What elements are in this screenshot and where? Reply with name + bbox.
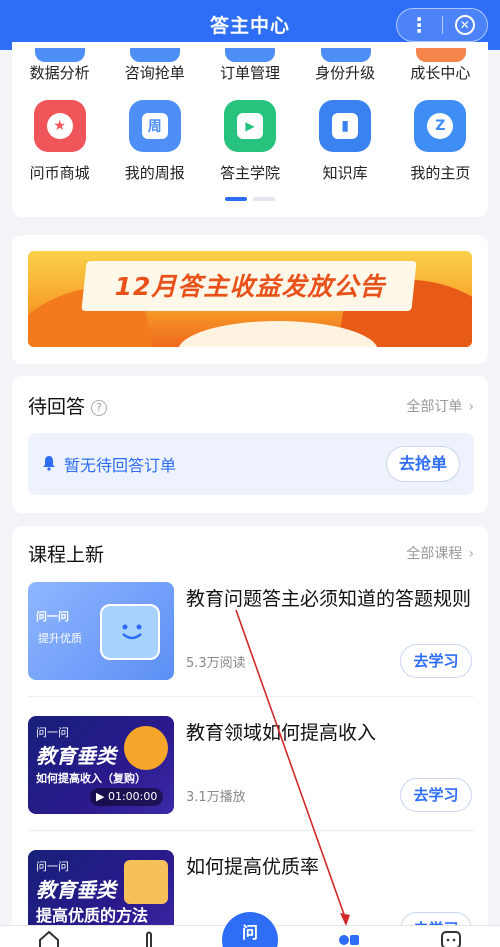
thumb-subtitle: 如何提高收入（复购） [36, 772, 146, 785]
course-thumbnail: 问一问 提升优质 [28, 582, 174, 680]
academy-glyph: ▶ [236, 113, 263, 139]
announcement-banner[interactable]: 12月答主收益发放公告 [28, 251, 472, 347]
consult-grab-icon [130, 48, 181, 62]
grid-item-label: 咨询抢单 [124, 64, 185, 82]
grid-row-1: 数据分析 咨询抢单 订单管理 身份升级 成长中心 [12, 48, 488, 83]
homepage-icon: Z [414, 100, 467, 152]
grid-item-knowledge-base[interactable]: ▮ 知识库 [298, 100, 393, 183]
page-dot-active [225, 197, 247, 201]
thumb-brand: 问一问 [36, 726, 69, 739]
grid-row-2: ★ 问币商城 周 我的周报 ▶ 答主学院 ▮ 知识库 Z 我的主页 [12, 100, 488, 183]
grid-item-consult-grab[interactable]: 咨询抢单 [107, 48, 202, 83]
chevron-right-icon: › [468, 546, 474, 562]
thumb-brand: 问一问 [36, 610, 69, 623]
chevron-right-icon: › [468, 399, 474, 415]
function-grid-card: 数据分析 咨询抢单 订单管理 身份升级 成长中心 ★ 问币商城 周 我的周报 ▶… [12, 42, 488, 217]
course-title: 教育领域如何提高收入 [186, 722, 377, 744]
help-icon[interactable]: ? [91, 400, 108, 416]
weekly-report-glyph: 周 [141, 113, 168, 139]
thumb-subtitle: 提高优质的方法 [36, 906, 149, 925]
video-duration: ▶ 01:00:00 [90, 788, 164, 806]
grid-item-growth-center[interactable]: 成长中心 [393, 48, 488, 83]
hand-tab-icon[interactable] [138, 930, 160, 947]
bell-icon [43, 456, 55, 471]
close-button[interactable]: ✕ [442, 15, 487, 35]
divider [28, 696, 474, 697]
new-courses-card: 课程上新 全部课程 › 问一问 提升优质 教育问题答主必须知道的答题规则 5.3万… [12, 526, 488, 947]
pending-empty-box: 暂无待回答订单 去抢单 [28, 433, 474, 495]
course-meta: 5.3万阅读 [186, 656, 246, 671]
thumb-decoration [124, 726, 168, 770]
grid-item-label: 问币商城 [29, 164, 90, 182]
grid-item-label: 数据分析 [29, 64, 90, 82]
homepage-glyph: Z [427, 113, 454, 139]
grid-item-weekly-report[interactable]: 周 我的周报 [107, 100, 202, 183]
home-tab-icon[interactable] [38, 930, 60, 947]
page-dot [253, 197, 275, 201]
all-courses-label: 全部课程 [406, 546, 463, 562]
course-title: 教育问题答主必须知道的答题规则 [186, 588, 472, 610]
smile-icon [122, 624, 142, 640]
pending-title-text: 待回答 [28, 396, 86, 418]
banner-card: 12月答主收益发放公告 [12, 235, 488, 364]
grid-item-label: 我的主页 [410, 164, 471, 182]
grid-item-order-manage[interactable]: 订单管理 [202, 48, 297, 83]
thumb-subtitle: 提升优质 [38, 632, 82, 645]
study-button[interactable]: 去学习 [400, 644, 472, 678]
close-icon: ✕ [454, 15, 475, 35]
all-orders-link[interactable]: 全部订单 › [406, 396, 474, 416]
chat-bubble-icon [100, 604, 160, 660]
identity-upgrade-icon [320, 48, 371, 62]
mini-program-capsule: ⋮ ✕ [396, 8, 488, 42]
thumb-headline: 教育垂类 [36, 744, 116, 768]
grid-item-coin-shop[interactable]: ★ 问币商城 [12, 100, 107, 183]
all-courses-link[interactable]: 全部课程 › [406, 543, 474, 563]
message-tab-icon[interactable] [440, 930, 462, 947]
course-thumbnail: 问一问 教育垂类 如何提高收入（复购） ▶ 01:00:00 [28, 716, 174, 814]
knowledge-base-icon: ▮ [319, 100, 372, 152]
thumb-brand: 问一问 [36, 860, 69, 873]
grid-item-label: 成长中心 [410, 64, 471, 82]
course-item[interactable]: 问一问 教育垂类 如何提高收入（复购） ▶ 01:00:00 教育领域如何提高收… [28, 716, 474, 814]
weekly-report-icon: 周 [128, 100, 181, 152]
pending-answers-card: 待回答? 全部订单 › 暂无待回答订单 去抢单 [12, 376, 488, 513]
data-analysis-icon [35, 48, 85, 62]
all-orders-label: 全部订单 [406, 399, 463, 415]
course-title: 如何提高优质率 [186, 856, 320, 878]
grid-item-label: 答主学院 [219, 164, 280, 182]
course-meta: 3.1万播放 [186, 790, 246, 805]
grid-item-homepage[interactable]: Z 我的主页 [393, 100, 488, 183]
grid-item-label: 身份升级 [315, 64, 376, 82]
academy-icon: ▶ [223, 100, 276, 152]
grid-item-academy[interactable]: ▶ 答主学院 [202, 100, 297, 183]
grid-item-identity-upgrade[interactable]: 身份升级 [298, 48, 393, 83]
grid-item-data-analysis[interactable]: 数据分析 [12, 48, 107, 83]
more-icon[interactable]: ⋮ [397, 10, 442, 40]
pending-section-title: 待回答? [28, 392, 108, 419]
pending-empty-text: 暂无待回答订单 [64, 456, 177, 475]
grab-order-button[interactable]: 去抢单 [386, 446, 460, 482]
order-manage-icon [225, 48, 276, 62]
banner-title: 12月答主收益发放公告 [114, 272, 386, 301]
divider [28, 830, 474, 831]
growth-center-icon [415, 48, 466, 62]
thumb-decoration [124, 860, 168, 904]
knowledge-base-glyph: ▮ [332, 113, 359, 139]
grid-item-label: 订单管理 [219, 64, 280, 82]
grid-item-label: 我的周报 [124, 164, 185, 182]
workbench-tab-icon[interactable] [338, 930, 360, 947]
coin-shop-icon: ★ [33, 100, 86, 152]
courses-section-title: 课程上新 [28, 544, 105, 566]
course-item[interactable]: 问一问 提升优质 教育问题答主必须知道的答题规则 5.3万阅读 去学习 [28, 582, 474, 680]
grid-item-label: 知识库 [322, 164, 368, 182]
study-button[interactable]: 去学习 [400, 778, 472, 812]
page-indicator [12, 197, 488, 201]
thumb-headline: 教育垂类 [36, 878, 116, 902]
